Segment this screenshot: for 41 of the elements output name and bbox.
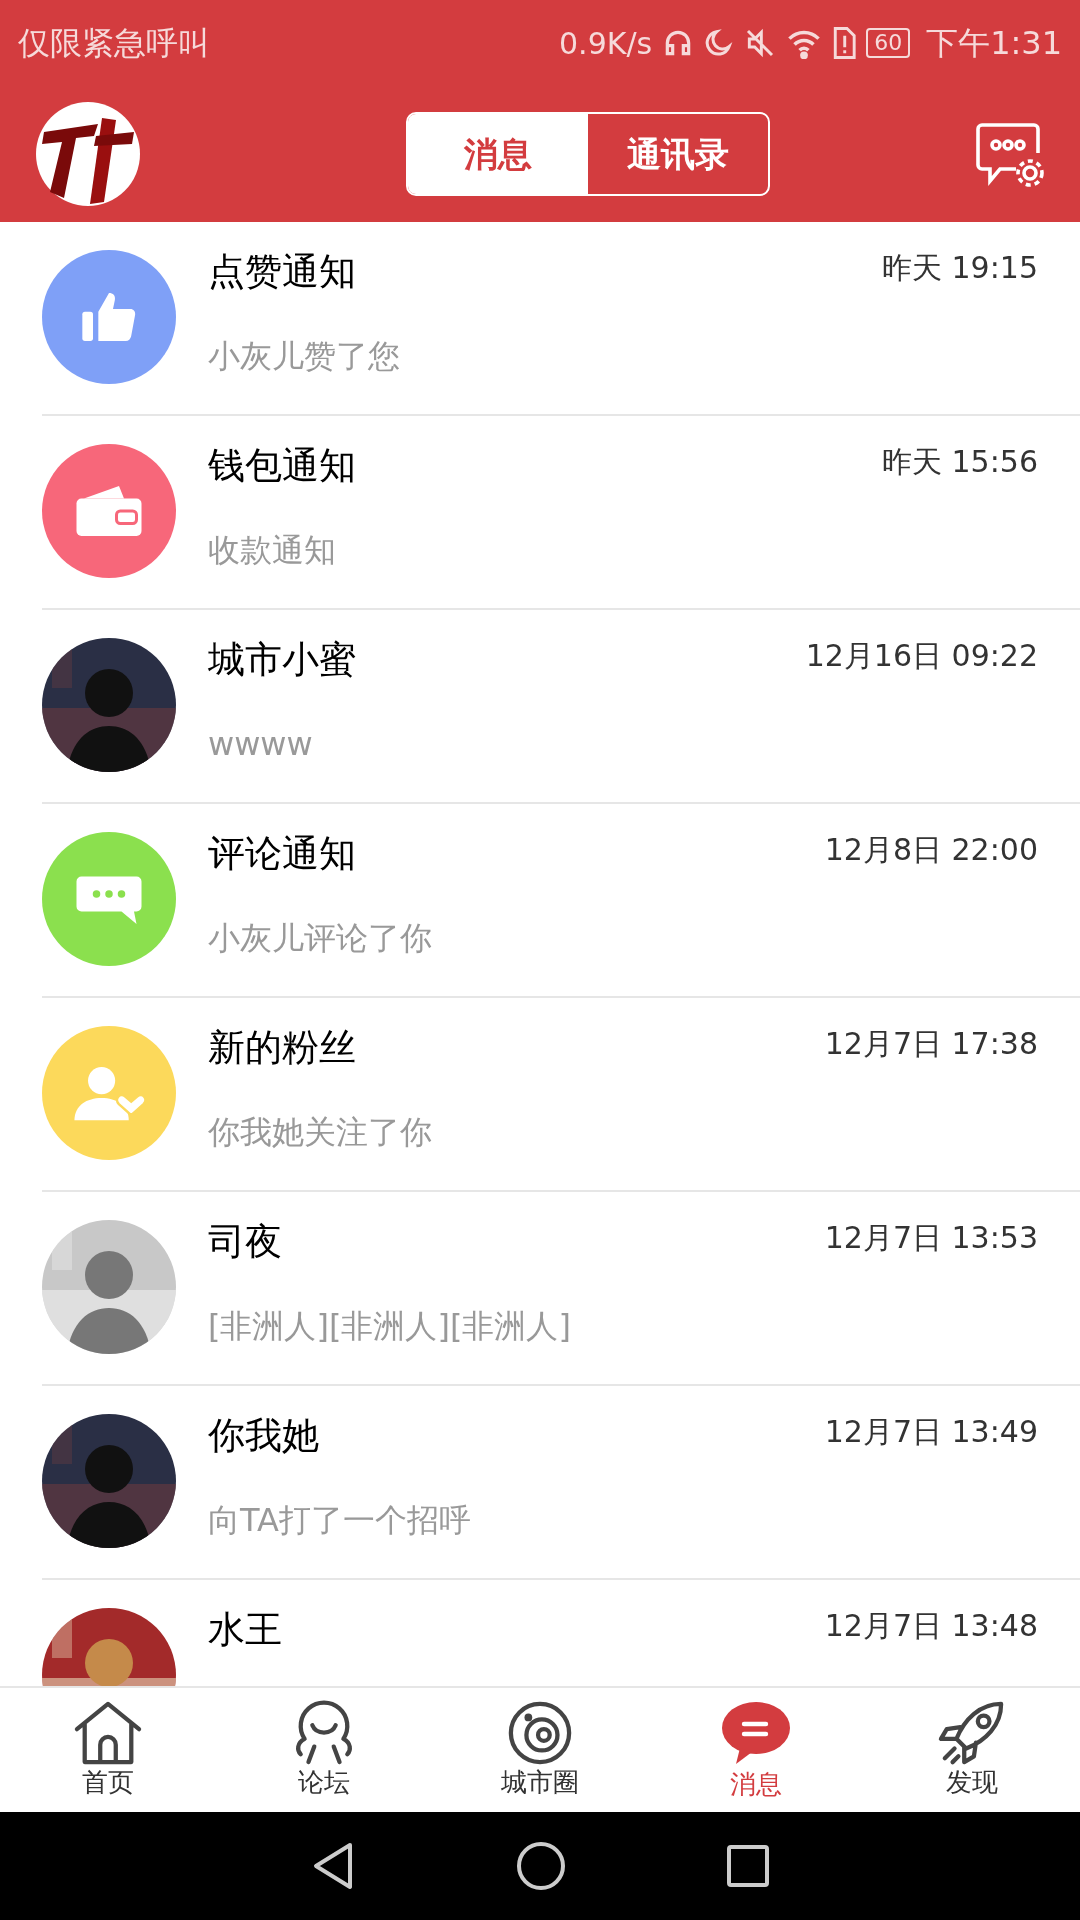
- message-time: 12月7日 17:38: [824, 1025, 1038, 1063]
- message-time: 昨天 15:56: [882, 443, 1038, 481]
- message-preview: 收款通知: [208, 530, 337, 571]
- message-preview: 小灰儿评论了你: [208, 918, 433, 959]
- house-icon: [73, 1700, 143, 1766]
- sim-alert-icon: [832, 27, 857, 59]
- contact-name: 钱包通知: [208, 443, 356, 489]
- chat-settings-icon[interactable]: [976, 121, 1044, 187]
- nav-tab[interactable]: 消息: [648, 1688, 864, 1812]
- contact-name: 城市小蜜: [208, 637, 356, 683]
- message-preview: 你我她关注了你: [208, 1112, 433, 1153]
- message-preview: 小灰儿赞了您: [208, 336, 401, 377]
- message-preview: 向TA打了一个招呼: [208, 1500, 472, 1541]
- contact-name: 评论通知: [208, 831, 356, 877]
- contact-name: 你我她: [208, 1413, 319, 1459]
- message-preview: [非洲人][非洲人][非洲人]: [208, 1306, 572, 1347]
- carrier-text: 仅限紧急呼叫: [18, 23, 210, 64]
- contact-name: 点赞通知: [208, 249, 356, 295]
- header-tab[interactable]: 通讯录: [588, 114, 768, 194]
- wallet-icon: [74, 483, 144, 539]
- contact-name: 水王: [208, 1607, 282, 1653]
- message-time: 12月7日 13:49: [824, 1413, 1038, 1451]
- nav-tab[interactable]: 城市圈: [432, 1688, 648, 1812]
- message-time: 12月8日 22:00: [824, 831, 1038, 869]
- message-time: 12月16日 09:22: [805, 637, 1038, 675]
- recents-icon[interactable]: [726, 1844, 770, 1888]
- battery-indicator: 60: [866, 28, 911, 58]
- nav-tab[interactable]: 论坛: [216, 1688, 432, 1812]
- clock: 下午1:31: [926, 23, 1062, 64]
- home-icon[interactable]: [516, 1841, 566, 1891]
- contact-name: 新的粉丝: [208, 1025, 356, 1071]
- contact-name: 司夜: [208, 1219, 282, 1265]
- nav-tab[interactable]: 发现: [864, 1688, 1080, 1812]
- message-time: 12月7日 13:48: [824, 1607, 1038, 1645]
- message-preview: wwww: [208, 724, 314, 765]
- message-time: 12月7日 13:53: [824, 1219, 1038, 1257]
- message-time: 昨天 19:15: [882, 249, 1038, 287]
- header-tab[interactable]: 消息: [408, 114, 588, 194]
- nav-tab[interactable]: 首页: [0, 1688, 216, 1812]
- moon-icon: [704, 27, 735, 59]
- network-speed: 0.9K/s: [559, 24, 653, 63]
